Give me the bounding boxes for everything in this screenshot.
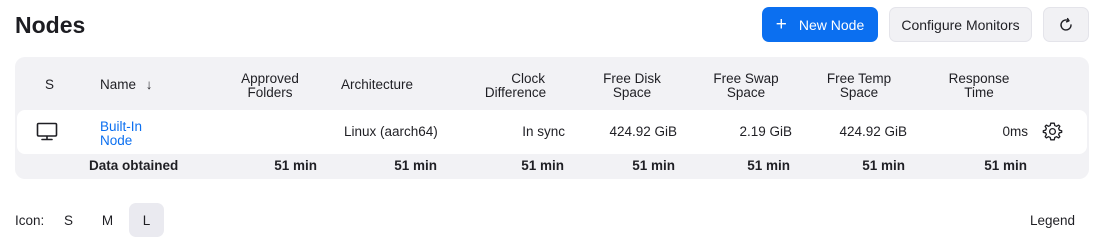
column-header-response-line1: Response <box>948 71 1010 86</box>
column-header-swap-line2: Space <box>726 85 766 100</box>
cell-free-disk-space: 424.92 GiB <box>609 124 677 139</box>
column-header-s[interactable]: S <box>45 78 54 92</box>
plus-icon: + <box>775 14 787 35</box>
column-header-architecture[interactable]: Architecture <box>341 78 413 92</box>
column-header-swap-line1: Free Swap <box>713 71 779 86</box>
footer-free-disk-space: 51 min <box>632 158 675 173</box>
column-header-approved-folders-line1: Approved <box>241 71 299 86</box>
column-header-clock-line2: Difference <box>484 85 547 100</box>
column-header-free-disk-space[interactable]: Free Disk Space <box>598 72 666 100</box>
column-header-name-label: Name <box>100 77 137 92</box>
column-header-clock-difference[interactable]: Clock Difference <box>478 72 553 100</box>
cell-architecture: Linux (aarch64) <box>344 124 438 139</box>
sort-down-icon: ↓ <box>145 77 153 92</box>
footer-approved-folders: 51 min <box>274 158 317 173</box>
column-header-free-temp-space[interactable]: Free Temp Space <box>822 72 896 100</box>
configure-monitors-label: Configure Monitors <box>901 16 1020 33</box>
footer-free-temp-space: 51 min <box>862 158 905 173</box>
column-header-free-swap-space[interactable]: Free Swap Space <box>708 72 784 100</box>
footer-label: Data obtained <box>89 158 179 173</box>
refresh-icon <box>1058 17 1074 33</box>
node-name-link[interactable]: Built-In Node <box>100 120 142 148</box>
page-title: Nodes <box>15 12 86 38</box>
column-header-approved-folders[interactable]: Approved Folders <box>236 72 304 100</box>
column-header-disk-line2: Space <box>612 85 652 100</box>
cell-free-temp-space: 424.92 GiB <box>839 124 907 139</box>
footer-response-time: 51 min <box>984 158 1027 173</box>
refresh-button[interactable] <box>1043 7 1089 42</box>
column-header-temp-line2: Space <box>839 85 879 100</box>
gear-icon[interactable] <box>1042 121 1063 142</box>
column-header-name[interactable]: Name ↓ <box>100 78 153 92</box>
icon-size-l-button[interactable]: L <box>129 203 164 237</box>
footer-free-swap-space: 51 min <box>747 158 790 173</box>
icon-size-label: Icon: <box>15 213 45 228</box>
cell-free-swap-space: 2.19 GiB <box>739 124 792 139</box>
cell-response-time: 0ms <box>1002 124 1028 139</box>
column-header-approved-folders-line2: Folders <box>247 85 293 100</box>
computer-icon <box>36 122 58 142</box>
column-header-temp-line1: Free Temp <box>826 71 892 86</box>
cell-clock-difference: In sync <box>522 124 565 139</box>
configure-monitors-button[interactable]: Configure Monitors <box>889 7 1032 42</box>
footer-architecture: 51 min <box>394 158 437 173</box>
footer-clock-difference: 51 min <box>521 158 564 173</box>
legend-link[interactable]: Legend <box>1030 213 1075 228</box>
column-header-response-line2: Time <box>964 85 994 100</box>
new-node-label: New Node <box>798 16 865 33</box>
icon-size-m-button[interactable]: M <box>90 203 125 237</box>
new-node-button[interactable]: + New Node <box>762 7 878 42</box>
column-header-disk-line1: Free Disk <box>603 71 661 86</box>
column-header-response-time[interactable]: Response Time <box>944 72 1014 100</box>
column-header-clock-line1: Clock <box>511 71 545 86</box>
node-name-line2: Node <box>100 133 133 148</box>
icon-size-s-button[interactable]: S <box>51 203 86 237</box>
node-name-line1: Built-In <box>100 119 143 134</box>
